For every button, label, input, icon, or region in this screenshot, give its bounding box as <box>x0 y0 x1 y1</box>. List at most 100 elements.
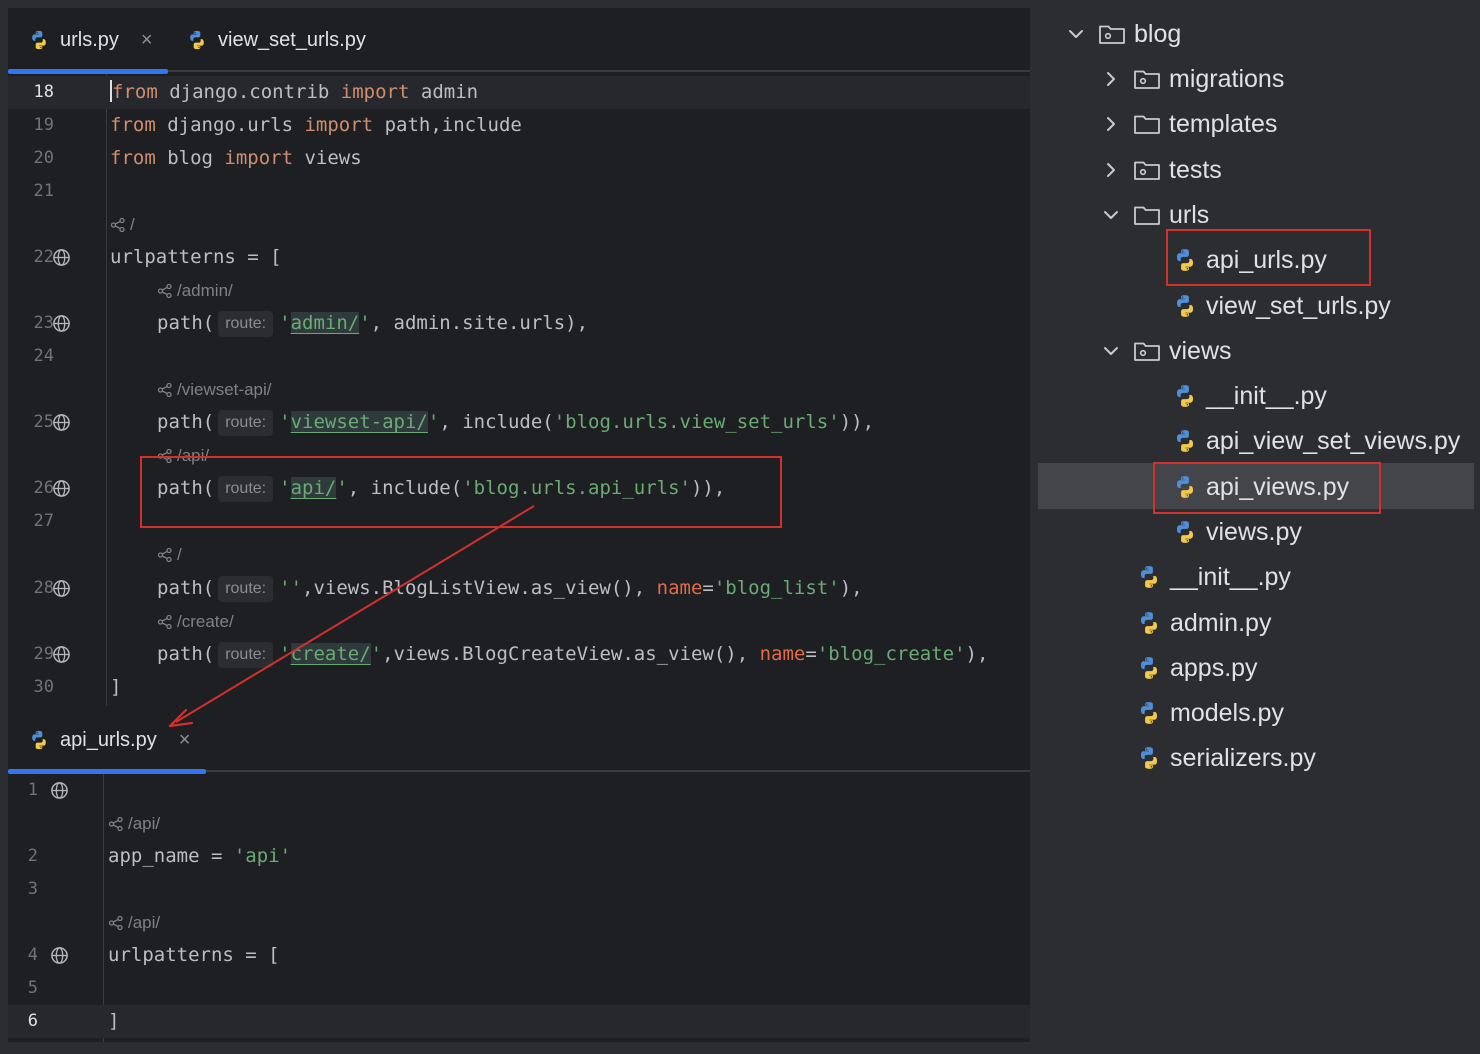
globe-icon[interactable] <box>52 579 71 598</box>
chevron-down-icon[interactable] <box>1101 341 1121 361</box>
tree-file-blog-init-py[interactable]: __init__.py <box>1136 555 1291 599</box>
line-number: 27 <box>33 511 54 531</box>
tree-label: views <box>1169 336 1232 365</box>
folder-icon <box>1133 202 1161 228</box>
endpoint-share-icon <box>110 217 126 233</box>
globe-icon[interactable] <box>52 314 71 333</box>
endpoint-lens[interactable]: / <box>157 538 182 571</box>
chevron-right-icon[interactable] <box>1101 114 1121 134</box>
close-icon[interactable]: × <box>179 729 191 752</box>
route-link[interactable]: create/ <box>290 643 371 665</box>
tree-label: api_urls.py <box>1206 245 1327 274</box>
function-call: path( <box>157 477 215 499</box>
line-number: 28 <box>33 578 54 598</box>
tree-file-api-view-set-views-py[interactable]: api_view_set_views.py <box>1172 419 1460 463</box>
tree-file-apps-py[interactable]: apps.py <box>1136 646 1258 690</box>
code-line-19[interactable]: 19 from django.urls import path,include <box>8 109 1030 142</box>
string-literal: 'blog_list' <box>713 577 840 599</box>
chevron-down-icon[interactable] <box>1066 24 1086 44</box>
tab-view-set-urls-py[interactable]: view_set_urls.py <box>186 8 366 72</box>
endpoint-lens[interactable]: /create/ <box>157 605 234 638</box>
endpoint-share-icon <box>157 283 173 299</box>
function-call: path( <box>157 411 215 433</box>
splitter[interactable] <box>1030 0 1038 1054</box>
tree-file-admin-py[interactable]: admin.py <box>1136 601 1271 645</box>
chevron-right-icon[interactable] <box>1101 69 1121 89</box>
python-file-icon <box>186 29 208 51</box>
globe-icon[interactable] <box>52 645 71 664</box>
tree-file-views-init-py[interactable]: __init__.py <box>1172 374 1327 418</box>
globe-icon[interactable] <box>50 781 69 800</box>
import-name: path,include <box>373 114 522 136</box>
tree-folder-tests[interactable]: tests <box>1101 148 1222 192</box>
globe-icon[interactable] <box>52 479 71 498</box>
quote: ' <box>279 643 291 665</box>
code-line-3[interactable]: 3 <box>8 873 1030 906</box>
endpoint-lens[interactable]: /api/ <box>108 906 160 939</box>
endpoint-lens[interactable]: / <box>110 208 135 241</box>
code-line-29[interactable]: 29 path(route:'create/',views.BlogCreate… <box>8 638 1030 671</box>
code-line-6[interactable]: 6 ] <box>8 1005 1030 1038</box>
line-number: 19 <box>33 115 54 135</box>
route-link[interactable]: viewset-api/ <box>290 411 428 433</box>
code-line-2[interactable]: 2 app_name = 'api' <box>8 840 1030 873</box>
code-line-4[interactable]: 4 urlpatterns = [ <box>8 939 1030 972</box>
tree-folder-views[interactable]: views <box>1101 329 1232 373</box>
code-line-25[interactable]: 25 path(route:'viewset-api/', include('b… <box>8 406 1030 439</box>
python-file-icon <box>28 729 50 751</box>
globe-icon[interactable] <box>52 248 71 267</box>
code-line-30[interactable]: 30 ] <box>8 671 1030 704</box>
tree-folder-migrations[interactable]: migrations <box>1101 57 1284 101</box>
code-line-18[interactable]: 18 from django.contrib import admin <box>8 76 1030 109</box>
tree-file-serializers-py[interactable]: serializers.py <box>1136 736 1316 780</box>
code-line-28[interactable]: 28 path(route: '',views.BlogListView.as_v… <box>8 572 1030 605</box>
tree-file-view-set-urls-py[interactable]: view_set_urls.py <box>1172 284 1391 328</box>
code-line-27[interactable]: 27 <box>8 505 1030 538</box>
python-file-icon <box>1136 745 1162 771</box>
route-link[interactable]: admin/ <box>290 312 360 334</box>
quote: ' <box>427 411 440 433</box>
tree-file-views-py[interactable]: views.py <box>1172 510 1302 554</box>
chevron-right-icon[interactable] <box>1101 160 1121 180</box>
tree-file-api-views-py[interactable]: api_views.py <box>1172 465 1349 509</box>
tree-file-api-urls-py[interactable]: api_urls.py <box>1172 238 1327 282</box>
endpoint-share-icon <box>108 816 124 832</box>
code-line-22[interactable]: 22 urlpatterns = [ <box>8 241 1030 274</box>
endpoint-lens[interactable]: /viewset-api/ <box>157 373 271 406</box>
route-link[interactable]: api/ <box>290 477 337 499</box>
tab-urls-py[interactable]: urls.py × <box>8 8 168 74</box>
chevron-down-icon[interactable] <box>1101 205 1121 225</box>
globe-icon[interactable] <box>52 413 71 432</box>
python-file-icon <box>28 29 50 51</box>
tree-label: migrations <box>1169 64 1285 93</box>
import-name: views <box>293 147 362 169</box>
line-number: 25 <box>33 412 54 432</box>
tree-folder-templates[interactable]: templates <box>1101 102 1277 146</box>
tree-label: __init__.py <box>1206 381 1327 410</box>
named-parameter: name <box>759 643 806 665</box>
endpoint-path: /api/ <box>128 913 161 932</box>
code-line-23[interactable]: 23 path(route:'admin/', admin.site.urls)… <box>8 307 1030 340</box>
code-line-5[interactable]: 5 <box>8 972 1030 1005</box>
parameter-hint: route: <box>218 410 274 436</box>
project-tree: blog migrations templates tests urls api… <box>1038 0 1480 1054</box>
tree-folder-blog[interactable]: blog <box>1066 12 1181 56</box>
code-line-1[interactable]: 1 <box>8 774 1030 807</box>
keyword: import <box>224 147 294 169</box>
close-icon[interactable]: × <box>141 29 153 52</box>
code-line-26[interactable]: 26 path(route:'api/', include('blog.urls… <box>8 472 1030 505</box>
code-line-24[interactable]: 24 <box>8 340 1030 373</box>
endpoint-share-icon <box>157 547 173 563</box>
endpoint-lens[interactable]: /api/ <box>157 439 209 472</box>
endpoint-lens[interactable]: /api/ <box>108 807 160 840</box>
tab-api-urls-py[interactable]: api_urls.py × <box>8 708 206 774</box>
code-line-21[interactable]: 21 <box>8 175 1030 208</box>
top-code-editor[interactable]: 18 from django.contrib import admin 19 f… <box>8 74 1030 706</box>
globe-icon[interactable] <box>50 946 69 965</box>
bottom-code-editor[interactable]: 1 /api/ 2 app_name = 'api' 3 /api/ 4 url… <box>8 774 1030 1042</box>
endpoint-lens[interactable]: /admin/ <box>157 274 233 307</box>
tree-folder-urls[interactable]: urls <box>1101 193 1209 237</box>
tree-file-models-py[interactable]: models.py <box>1136 691 1284 735</box>
code-line-20[interactable]: 20 from blog import views <box>8 142 1030 175</box>
tree-label: blog <box>1134 19 1182 48</box>
